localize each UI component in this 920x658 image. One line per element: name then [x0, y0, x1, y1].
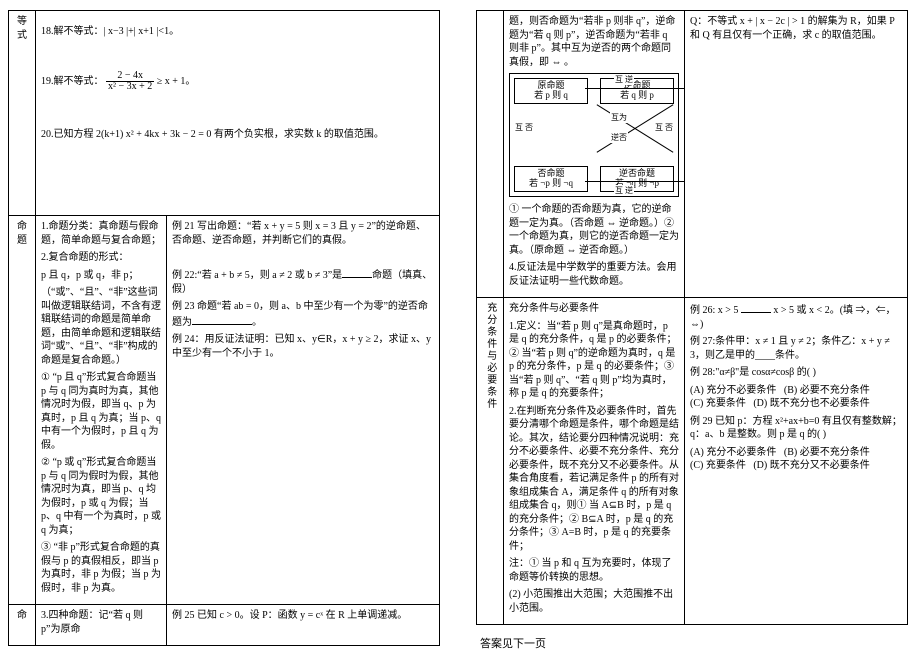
r2rn-4: (2) 小范围推出大范围；大范围推不出小范围。 [509, 588, 679, 615]
e23-post: 。 [252, 317, 262, 328]
e28C: (C) 充要条件 [690, 398, 746, 409]
e29B: (B) 必要不充分条件 [784, 447, 870, 458]
e22-blank [342, 267, 372, 278]
q19-den: x² − 3x + 2 [106, 82, 154, 92]
r2rn-3: 注：① 当 p 和 q 互为充要时，体现了命题等价转换的思想。 [509, 557, 679, 584]
e29A: (A) 充分不必要条件 [690, 447, 776, 458]
left-column: 等式 18.解不等式：| x−3 |+| x+1 |<1。 19.解不等式： 2… [8, 10, 440, 648]
e29C: (C) 充要条件 [690, 460, 746, 471]
diag-box-contrapositive: 逆否命题 若 ¬q 则 ¬p [600, 166, 674, 192]
diag-l-bot: 互 逆 [614, 185, 634, 196]
diag-l-right: 互 否 [654, 122, 674, 133]
e22-pre: 例 22:“若 a + b ≠ 5，则 a ≠ 2 或 b ≠ 3”是 [172, 270, 342, 281]
diag-l-c2: 逆否 [610, 132, 628, 143]
e25: 例 25 已知 c > 0。设 P：函数 y = cˣ 在 R 上单调递减。 [172, 609, 434, 623]
row3-narrow: 3.四种命题：记“若 q 则 p”为原命 [36, 605, 167, 646]
e21: 例 21 写出命题：“若 x + y = 5 则 x = 3 且 y = 2”的… [172, 220, 434, 247]
r2n-2: 2.复合命题的形式： [41, 251, 161, 265]
r-row2-side-text: 充分条件与必要条件 [483, 302, 497, 410]
r-row2-side: 充分条件与必要条件 [477, 298, 504, 625]
diag-b3b: 若 ¬p 则 ¬q [518, 179, 584, 189]
footer-note: 答案见下一页 [476, 635, 908, 651]
e24: 例 24：用反证法证明：已知 x、y∈R，x + y ≥ 2，求证 x、y 中至… [172, 333, 434, 360]
q19-frac: 2 − 4x x² − 3x + 2 [106, 71, 154, 92]
diag-l-left: 互 否 [514, 122, 534, 133]
e23: 例 23 命题“若 ab = 0，则 a、b 中至少有一个为零”的逆否命题为。 [172, 300, 434, 329]
r1r-1: Q：不等式 x + | x − 2c | > 1 的解集为 R，如果 P 和 Q… [690, 15, 902, 42]
e26: 例 26: x > 5 x > 5 或 x < 2。(填 ⇒，⇐，⇔) [690, 302, 902, 331]
row2-side: 命题 [9, 216, 36, 605]
e26-blank [741, 302, 771, 313]
e28A: (A) 充分不必要条件 [690, 385, 776, 396]
r3n: 3.四种命题：记“若 q 则 p”为原命 [41, 609, 161, 636]
row3-side: 命 [9, 605, 36, 646]
right-column: 题，则否命题为“若非 p 则非 q”，逆命题为“若 q 则 p”，逆否命题为“若… [476, 10, 908, 648]
row1-body: 18.解不等式：| x−3 |+| x+1 |<1。 19.解不等式： 2 − … [36, 11, 440, 216]
r2n-4: （“或”、“且”、“非”这些词叫做逻辑联结词，不含有逻辑联结词的命题是简单命题，… [41, 286, 161, 367]
diag-b1b: 若 p 则 q [518, 91, 584, 101]
r2n-7: ③ “非 p”形式复合命题的真假与 p 的真假相反，即当 p 为真时，非 p 为… [41, 541, 161, 595]
r2n-6: ② “p 或 q”形式复合命题当 p 与 q 同为假时为假，其他情况时为真，即当… [41, 456, 161, 537]
r2rn-1: 1.定义：当“若 p 则 q”是真命题时，p 是 q 的充分条件，q 是 p 的… [509, 320, 679, 401]
page: 等式 18.解不等式：| x−3 |+| x+1 |<1。 19.解不等式： 2… [0, 0, 920, 658]
r1m-3: 4.反证法是中学数学的重要方法。会用反证法证明一些代数命题。 [509, 261, 679, 288]
left-table: 等式 18.解不等式：| x−3 |+| x+1 |<1。 19.解不等式： 2… [8, 10, 440, 646]
diag-l-top: 互 逆 [614, 74, 634, 85]
q19-num: 2 − 4x [106, 71, 154, 82]
e28-opts: (A) 充分不必要条件 (B) 必要不充分条件 (C) 充要条件 (D) 既不充… [690, 384, 902, 411]
table-row: 命 3.四种命题：记“若 q 则 p”为原命 例 25 已知 c > 0。设 P… [9, 605, 440, 646]
e23-blank [192, 314, 252, 325]
table-row: 命题 1.命题分类：真命题与假命题，简单命题与复合命题； 2.复合命题的形式： … [9, 216, 440, 605]
row2-main: 例 21 写出命题：“若 x + y = 5 则 x = 3 且 y = 2”的… [167, 216, 440, 605]
row1-side-text: 等式 [14, 15, 30, 42]
row3-side-text: 命 [14, 609, 30, 623]
e28D: (D) 既不充分也不必要条件 [753, 398, 869, 409]
right-table: 题，则否命题为“若非 p 则非 q”，逆命题为“若 q 则 p”，逆否命题为“若… [476, 10, 908, 625]
r-row2-narrow: 充分条件与必要条件 1.定义：当“若 p 则 q”是真命题时，p 是 q 的充分… [504, 298, 685, 625]
row2-side-text: 命题 [14, 220, 30, 247]
r-row2-right: 例 26: x > 5 x > 5 或 x < 2。(填 ⇒，⇐，⇔) 例 27… [685, 298, 908, 625]
r-row1-main: 题，则否命题为“若非 p 则非 q”，逆命题为“若 q 则 p”，逆否命题为“若… [504, 11, 685, 298]
r-row1-right: Q：不等式 x + | x − 2c | > 1 的解集为 R，如果 P 和 Q… [685, 11, 908, 298]
table-row: 等式 18.解不等式：| x−3 |+| x+1 |<1。 19.解不等式： 2… [9, 11, 440, 216]
diag-box-negation: 否命题 若 ¬p 则 ¬q [514, 166, 588, 192]
e29D: (D) 既不充分又不必要条件 [753, 460, 869, 471]
q20: 20.已知方程 2(k+1) x² + 4kx + 3k − 2 = 0 有两个… [41, 128, 434, 142]
r2rn-2: 2.在判断充分条件及必要条件时，首先要分清哪个命题是条件，哪个命题是结论。其次，… [509, 405, 679, 554]
e27: 例 27:条件甲：x ≠ 1 且 y ≠ 2；条件乙：x + y ≠ 3，则乙是… [690, 335, 902, 362]
r1m-2: ① 一个命题的否命题为真，它的逆命题一定为真。（否命题 ⇔ 逆命题。）② 一个命… [509, 203, 679, 257]
r-row1-side [477, 11, 504, 298]
r2n-5: ① “p 且 q”形式复合命题当 p 与 q 同为真时为真，其他情况时为假，即当… [41, 371, 161, 452]
e26-pre: 例 26: x > 5 [690, 305, 741, 316]
q19-pre: 19.解不等式： [41, 75, 104, 86]
row3-main: 例 25 已知 c > 0。设 P：函数 y = cˣ 在 R 上单调递减。 [167, 605, 440, 646]
q18: 18.解不等式：| x−3 |+| x+1 |<1。 [41, 25, 434, 39]
r2n-1: 1.命题分类：真命题与假命题，简单命题与复合命题； [41, 220, 161, 247]
diag-top-line [585, 88, 685, 89]
e29: 例 29 已知 p：方程 x²+ax+b=0 有且仅有整数解；q：a、b 是整数… [690, 415, 902, 442]
e29-opts: (A) 充分不必要条件 (B) 必要不充分条件 (C) 充要条件 (D) 既不充… [690, 446, 902, 473]
diag-l-c1: 互为 [610, 112, 628, 123]
table-row: 题，则否命题为“若非 p 则非 q”，逆命题为“若 q 则 p”，逆否命题为“若… [477, 11, 908, 298]
row1-side: 等式 [9, 11, 36, 216]
r2rn-h: 充分条件与必要条件 [509, 302, 679, 316]
diag-bot-line [585, 181, 685, 182]
r2n-3: p 且 q，p 或 q，非 p； [41, 269, 161, 283]
e28B: (B) 必要不充分条件 [784, 385, 870, 396]
table-row: 充分条件与必要条件 充分条件与必要条件 1.定义：当“若 p 则 q”是真命题时… [477, 298, 908, 625]
q19: 19.解不等式： 2 − 4x x² − 3x + 2 ≥ x + 1。 [41, 71, 434, 92]
e22: 例 22:“若 a + b ≠ 5，则 a ≠ 2 或 b ≠ 3”是命题（填真… [172, 267, 434, 296]
row2-narrow: 1.命题分类：真命题与假命题，简单命题与复合命题； 2.复合命题的形式： p 且… [36, 216, 167, 605]
r1m-1: 题，则否命题为“若非 p 则非 q”，逆命题为“若 q 则 p”，逆否命题为“若… [509, 15, 679, 69]
e28: 例 28:"α≠β"是 cosα≠cosβ 的( ) [690, 366, 902, 380]
diag-box-original: 原命题 若 p 则 q [514, 78, 588, 104]
q19-post: ≥ x + 1。 [157, 75, 196, 86]
four-propositions-diagram: 原命题 若 p 则 q 逆命题 若 q 则 p 否命题 若 ¬p 则 ¬q [509, 73, 679, 197]
